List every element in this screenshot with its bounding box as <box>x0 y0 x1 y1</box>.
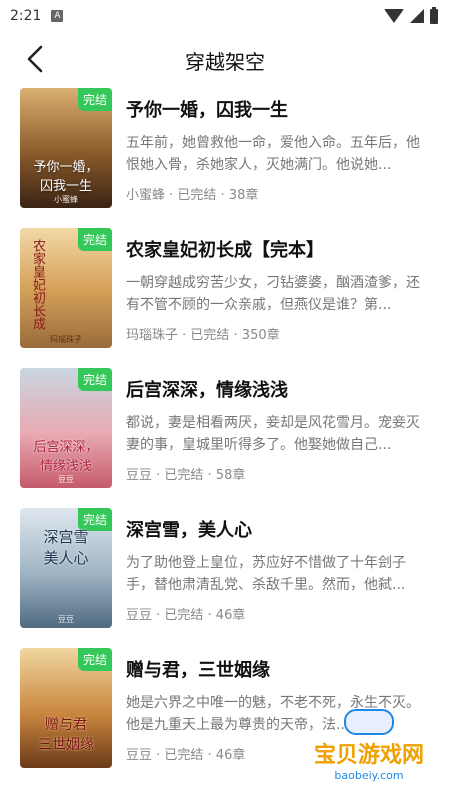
book-cover[interactable]: 完结 后宫深深， 情缘浅浅 豆豆 <box>20 368 112 488</box>
book-list: 完结 予你一婚， 囚我一生 小蜜蜂 予你一婚，囚我一生 五年前，她曾救他一命，爱… <box>0 88 450 768</box>
book-list-item[interactable]: 完结 后宫深深， 情缘浅浅 豆豆 后宫深深，情缘浅浅 都说，妻是相看两厌，妾却是… <box>20 368 430 488</box>
completed-badge: 完结 <box>77 228 112 251</box>
completed-badge: 完结 <box>77 368 112 391</box>
book-list-item[interactable]: 完结 农家皇妃初长成 玛瑙珠子 农家皇妃初长成【完本】 一朝穿越成穷苦少女，刁钻… <box>20 228 430 348</box>
cover-author-text: 小蜜蜂 <box>54 195 78 204</box>
site-watermark: 宝贝游戏网 baobeiy.com <box>314 709 424 782</box>
book-title: 赠与君，三世姻缘 <box>126 660 270 681</box>
status-bar: 2:21 A <box>0 0 450 32</box>
book-cover[interactable]: 完结 农家皇妃初长成 玛瑙珠子 <box>20 228 112 348</box>
cover-title-text: 农家皇妃初长成 <box>30 238 45 330</box>
book-description: 五年前，她曾救他一命，爱他入命。五年后，他恨她入骨，杀她家人，灭她满门。他说她.… <box>126 135 420 173</box>
book-description: 都说，妻是相看两厌，妾却是风花雪月。宠妾灭妻的事，皇城里听得多了。他娶她做自己.… <box>126 415 420 453</box>
cover-title-text: 后宫深深， 情缘浅浅 <box>33 440 99 474</box>
cover-author-text: 豆豆 <box>58 475 74 484</box>
book-description: 一朝穿越成穷苦少女，刁钻婆婆，酗酒渣爹，还有不管不顾的一众亲戚，但燕仪是谁？第.… <box>126 275 420 313</box>
cell-signal-icon <box>410 9 424 23</box>
book-list-item[interactable]: 完结 深宫雪 美人心 豆豆 深宫雪，美人心 为了助他登上皇位，苏应好不惜做了十年… <box>20 508 430 628</box>
cover-title-text: 予你一婚， 囚我一生 <box>33 160 99 194</box>
wifi-icon <box>384 9 404 23</box>
top-app-bar: 穿越架空 <box>0 32 450 88</box>
page-title: 穿越架空 <box>185 49 265 74</box>
book-title: 深宫雪，美人心 <box>126 520 252 541</box>
cover-title-text: 赠与君 三世姻缘 <box>38 717 94 753</box>
book-title: 予你一婚，囚我一生 <box>126 100 288 121</box>
chevron-left-icon <box>27 45 43 73</box>
book-title: 农家皇妃初长成【完本】 <box>126 240 324 261</box>
book-title: 后宫深深，情缘浅浅 <box>126 380 288 401</box>
battery-icon <box>430 6 438 24</box>
book-description: 为了助他登上皇位，苏应好不惜做了十年刽子手，替他肃清乱党、杀敌千里。然而，他弑.… <box>126 555 406 593</box>
notification-a-icon: A <box>51 10 64 22</box>
gamepad-icon <box>343 709 394 735</box>
book-meta: 豆豆 · 已完结 · 46章 <box>126 608 246 623</box>
completed-badge: 完结 <box>77 88 112 111</box>
cover-author-text: 玛瑙珠子 <box>50 335 82 344</box>
book-list-item[interactable]: 完结 予你一婚， 囚我一生 小蜜蜂 予你一婚，囚我一生 五年前，她曾救他一命，爱… <box>20 88 430 208</box>
cover-author-text: 豆豆 <box>58 615 74 624</box>
book-meta: 玛瑙珠子 · 已完结 · 350章 <box>126 328 280 343</box>
back-button[interactable] <box>20 44 50 74</box>
watermark-url: baobeiy.com <box>334 769 404 782</box>
book-meta: 小蜜蜂 · 已完结 · 38章 <box>126 188 259 203</box>
book-meta: 豆豆 · 已完结 · 58章 <box>126 468 246 483</box>
cover-title-text: 深宫雪 美人心 <box>43 528 89 567</box>
book-cover[interactable]: 完结 赠与君 三世姻缘 <box>20 648 112 768</box>
status-time: 2:21 <box>10 8 42 24</box>
watermark-title: 宝贝游戏网 <box>313 743 424 768</box>
book-cover[interactable]: 完结 深宫雪 美人心 豆豆 <box>20 508 112 628</box>
completed-badge: 完结 <box>77 648 112 671</box>
book-cover[interactable]: 完结 予你一婚， 囚我一生 小蜜蜂 <box>20 88 112 208</box>
